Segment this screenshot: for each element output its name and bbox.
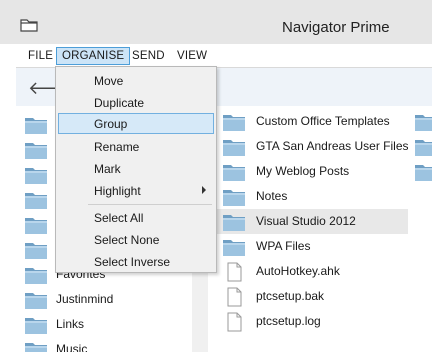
menu-item-label: Highlight: [94, 184, 141, 198]
menu-view[interactable]: VIEW: [172, 47, 212, 65]
item-label: Custom Office Templates: [256, 114, 390, 128]
menu-item-label: Group: [94, 117, 128, 131]
folder-item[interactable]: Notes: [208, 184, 408, 209]
folder-icon: [24, 290, 48, 310]
folder-icon: [222, 137, 246, 157]
folder-icon: [222, 187, 246, 207]
menu-item-duplicate[interactable]: Duplicate: [58, 92, 214, 113]
menu-item-label: Mark: [94, 162, 121, 176]
folder-item[interactable]: GTA San Andreas User Files: [208, 134, 409, 159]
item-label: Justinmind: [56, 292, 114, 306]
folder-icon: [24, 340, 48, 352]
menu-item-select-inverse[interactable]: Select Inverse: [58, 251, 214, 272]
menu-item-rename[interactable]: Rename: [58, 136, 214, 157]
folder-icon[interactable]: [414, 162, 432, 182]
file-icon: [222, 287, 246, 307]
folder-icon: [24, 165, 48, 185]
item-label: My Weblog Posts: [256, 164, 350, 178]
item-label: ptcsetup.log: [256, 314, 321, 328]
item-label: WPA Files: [256, 239, 311, 253]
folder-item-justinmind[interactable]: Justinmind: [16, 287, 192, 312]
middle-pane: Custom Office Templates GTA San Andreas …: [208, 106, 409, 352]
folder-item[interactable]: Custom Office Templates: [208, 109, 408, 134]
folder-item[interactable]: WPA Files: [208, 234, 408, 259]
folder-icon: [24, 140, 48, 160]
folder-icon: [222, 162, 246, 182]
file-item[interactable]: AutoHotkey.ahk: [208, 259, 408, 284]
item-label: Music: [56, 342, 88, 352]
folder-icon: [24, 215, 48, 235]
item-label: AutoHotkey.ahk: [256, 264, 340, 278]
folder-icon[interactable]: [414, 137, 432, 157]
folder-icon: [222, 237, 246, 257]
organise-dropdown-menu: Move Duplicate Group Rename Mark Highlig…: [55, 66, 217, 273]
folder-item-links[interactable]: Links: [16, 312, 192, 337]
menu-item-select-all[interactable]: Select All: [58, 207, 214, 228]
menu-bar: FILE ORGANISE SEND VIEW: [16, 44, 432, 68]
file-item[interactable]: ptcsetup.bak: [208, 284, 408, 309]
menu-item-label: Select All: [94, 211, 144, 225]
folder-item-music[interactable]: Music: [16, 337, 192, 352]
menu-item-label: Select None: [94, 233, 160, 247]
menu-separator: [88, 204, 212, 205]
menu-item-group[interactable]: Group: [58, 113, 214, 134]
menu-item-label: Move: [94, 74, 124, 88]
menu-item-select-none[interactable]: Select None: [58, 229, 214, 250]
menu-item-highlight[interactable]: Highlight: [58, 180, 214, 201]
folder-icon: [24, 190, 48, 210]
folder-item[interactable]: My Weblog Posts: [208, 159, 408, 184]
folder-icon[interactable]: [414, 112, 432, 132]
right-pane: [408, 106, 432, 352]
folder-icon: [20, 19, 38, 32]
folder-icon: [222, 212, 246, 232]
menu-item-label: Select Inverse: [94, 255, 171, 269]
window-title: Navigator Prime: [282, 19, 390, 36]
folder-item-selected[interactable]: Visual Studio 2012: [208, 209, 408, 234]
file-item[interactable]: ptcsetup.log: [208, 309, 408, 334]
title-bar: Navigator Prime: [0, 0, 432, 44]
menu-item-label: Rename: [94, 140, 140, 154]
item-label: GTA San Andreas User Files: [256, 139, 409, 153]
menu-send[interactable]: SEND: [127, 47, 170, 65]
menu-item-move[interactable]: Move: [58, 70, 214, 91]
folder-icon: [222, 112, 246, 132]
folder-icon: [24, 315, 48, 335]
item-label: ptcsetup.bak: [256, 289, 325, 303]
menu-file[interactable]: FILE: [23, 47, 58, 65]
folder-icon: [24, 115, 48, 135]
menu-item-label: Duplicate: [94, 96, 145, 110]
menu-item-mark[interactable]: Mark: [58, 158, 214, 179]
file-icon: [222, 312, 246, 332]
folder-icon: [24, 265, 48, 285]
item-label: Visual Studio 2012: [256, 214, 356, 228]
item-label: Notes: [256, 189, 288, 203]
file-icon: [222, 262, 246, 282]
item-label: Links: [56, 317, 85, 331]
folder-icon: [24, 240, 48, 260]
menu-organise[interactable]: ORGANISE: [56, 47, 131, 65]
chevron-right-icon: [202, 186, 206, 194]
